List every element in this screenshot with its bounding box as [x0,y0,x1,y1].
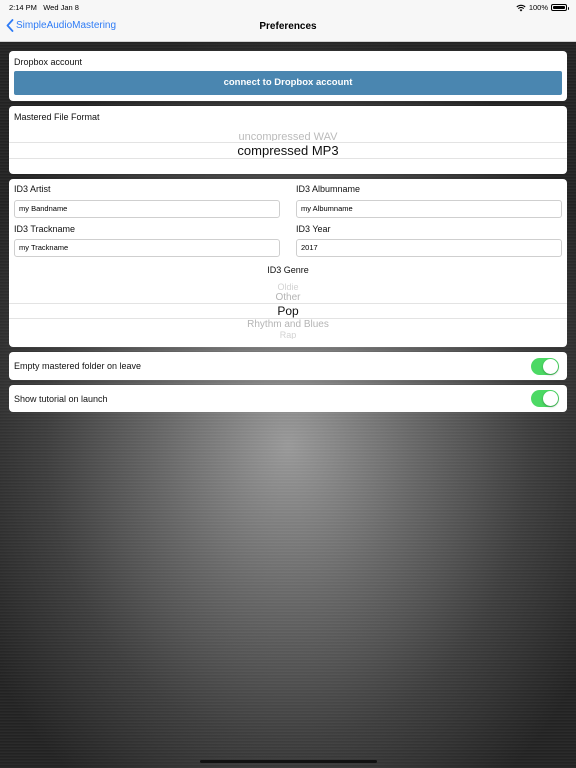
genre-option-selected[interactable]: Pop [9,304,567,318]
dropbox-label: Dropbox account [14,57,83,67]
genre-option[interactable]: Oldie [9,283,567,291]
tutorial-label: Show tutorial on launch [14,394,108,404]
id3-track-label: ID3 Trackname [14,224,76,234]
page-title: Preferences [259,21,317,32]
file-format-label: Mastered File Format [14,112,100,122]
toggle-knob [543,359,558,374]
battery-percent: 100% [528,3,548,12]
format-option-selected[interactable]: compressed MP3 [9,143,567,158]
picker-selection-line [9,158,567,159]
file-format-card: Mastered File Format uncompressed WAV co… [9,106,567,174]
dropbox-card: Dropbox account connect to Dropbox accou… [9,51,567,101]
connect-dropbox-button[interactable]: connect to Dropbox account [14,71,562,95]
genre-option[interactable]: Other [9,292,567,303]
top-bar: 2:14 PM Wed Jan 8 100% SimpleAudioMaster… [0,0,576,42]
wifi-icon [516,4,526,11]
status-time: 2:14 PM [9,3,37,12]
empty-folder-label: Empty mastered folder on leave [14,361,142,371]
id3-album-label: ID3 Albumname [296,184,361,194]
id3-track-input[interactable]: my Trackname [14,239,280,257]
home-indicator [200,760,377,763]
id3-year-input[interactable]: 2017 [296,239,562,257]
genre-option[interactable]: Rhythm and Blues [9,319,567,330]
id3-artist-input[interactable]: my Bandname [14,200,280,218]
empty-folder-toggle[interactable] [531,358,559,375]
tutorial-toggle[interactable] [531,390,559,407]
battery-icon [551,4,569,11]
empty-folder-row: Empty mastered folder on leave [9,352,567,380]
status-time-date: 2:14 PM Wed Jan 8 [9,3,79,12]
format-option[interactable]: uncompressed WAV [9,131,567,141]
id3-artist-label: ID3 Artist [14,184,51,194]
genre-option[interactable]: Rap [9,331,567,339]
id3-album-input[interactable]: my Albumname [296,200,562,218]
id3-card: ID3 Artist ID3 Albumname my Bandname my … [9,179,567,347]
tutorial-row: Show tutorial on launch [9,385,567,412]
toggle-knob [543,391,558,406]
id3-year-label: ID3 Year [296,224,331,234]
status-date: Wed Jan 8 [43,3,79,12]
id3-genre-label: ID3 Genre [267,265,309,275]
status-indicators: 100% [516,3,569,12]
